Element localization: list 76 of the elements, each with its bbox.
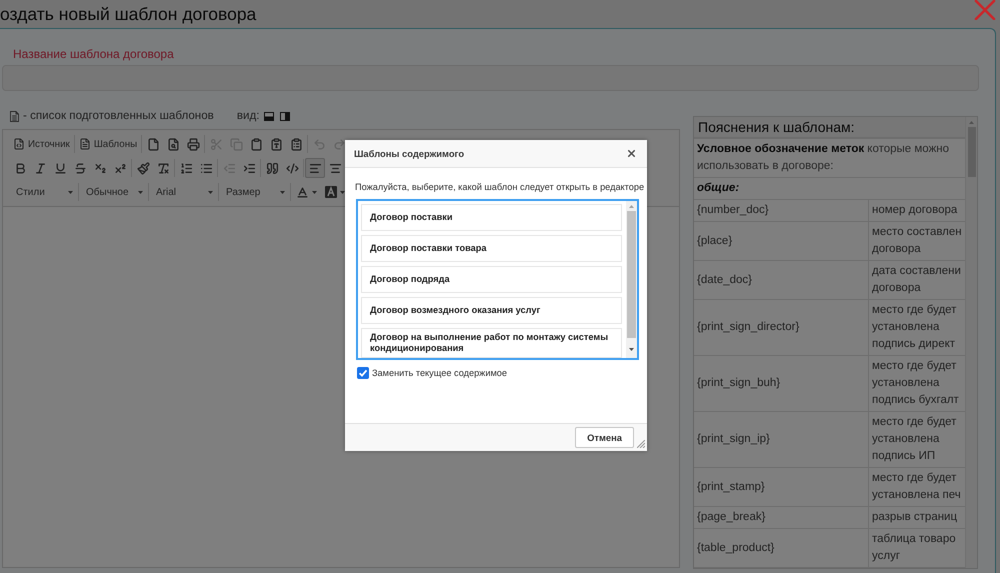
tag-cell: {place}: [694, 222, 868, 260]
template-option[interactable]: Договор подряда: [361, 266, 622, 293]
caret-down-icon: [312, 190, 317, 194]
clipboard-icon[interactable]: [250, 138, 263, 150]
legend-text: Условное обозначение меток которые можно использовать в договоре:: [694, 138, 965, 178]
file-icon[interactable]: [146, 138, 160, 150]
redo-icon[interactable]: [332, 138, 346, 150]
tag-cell: {print_sign_ip}: [694, 412, 868, 468]
brush-icon[interactable]: [136, 162, 150, 174]
align-center-icon[interactable]: [328, 162, 342, 174]
code-icon[interactable]: [286, 162, 298, 174]
templates-list-link[interactable]: - список подготовленных шаблонов: [23, 109, 214, 123]
scrollbar-track[interactable]: [626, 201, 637, 358]
tag-cell: {print_sign_director}: [694, 300, 868, 356]
text-color-icon[interactable]: [296, 186, 309, 198]
caret-down-icon: [340, 190, 345, 194]
toolbar-button[interactable]: Источник: [10, 134, 73, 154]
checkbox-label: Заменить текущее содержимое: [372, 368, 507, 378]
indent-icon[interactable]: [242, 162, 256, 174]
tag-cell: {print_stamp}: [694, 468, 868, 506]
caret-down-icon: [68, 190, 73, 194]
document-icon: [78, 138, 91, 150]
caret-up-icon[interactable]: [629, 205, 634, 208]
clipboard-list-icon[interactable]: [290, 138, 303, 150]
caret-down-icon: [208, 190, 213, 194]
dialog-title: Шаблоны содержимого: [354, 148, 464, 159]
bold-icon[interactable]: [14, 162, 26, 174]
background-color-icon[interactable]: [325, 186, 337, 198]
caret-down-icon: [280, 190, 285, 194]
field-label: Название шаблона договора: [13, 46, 174, 62]
close-icon[interactable]: [626, 148, 637, 159]
numbered-list-icon[interactable]: [180, 162, 192, 174]
caret-down-icon: [138, 190, 143, 194]
tag-cell: {page_break}: [694, 506, 868, 528]
tag-cell: {number_doc}: [694, 200, 868, 222]
file-code-icon: [13, 138, 25, 150]
window-title: оздать новый шаблон договора: [0, 3, 256, 25]
dialog-prompt: Пожалуйста, выберите, какой шаблон следует открыть в редакторе: [355, 181, 644, 193]
toolbar-dropdown[interactable]: Обычное: [80, 182, 147, 202]
bullet-list-icon[interactable]: [200, 162, 212, 174]
scrollbar-thumb[interactable]: [968, 127, 976, 177]
checkbox[interactable]: [357, 367, 369, 379]
print-icon[interactable]: [186, 138, 200, 150]
tag-cell: {table_product}: [694, 528, 868, 568]
template-option[interactable]: Договор возмездного оказания услуг: [361, 297, 622, 324]
superscript-icon[interactable]: [114, 162, 126, 174]
quote-icon[interactable]: [266, 162, 278, 174]
panel-title: Пояснения к шаблонам:: [694, 117, 965, 138]
clear-formatting-icon[interactable]: [156, 162, 170, 174]
italic-icon[interactable]: [34, 162, 46, 174]
group-heading: общие:: [694, 178, 965, 200]
template-option[interactable]: Договор поставки: [361, 204, 622, 231]
clipboard-text-icon[interactable]: [270, 138, 283, 150]
resize-grip-icon[interactable]: [637, 440, 645, 448]
view-label: вид:: [236, 109, 260, 123]
template-option[interactable]: Договор на выполнение работ по монтажу системы кондиционирования: [361, 328, 622, 358]
cancel-button[interactable]: Отмена: [575, 427, 634, 448]
caret-down-icon[interactable]: [629, 348, 634, 351]
toolbar-dropdown[interactable]: Размер: [220, 182, 289, 202]
file-search-icon[interactable]: [166, 138, 180, 150]
toolbar-dropdown[interactable]: Arial: [150, 182, 217, 202]
scrollbar-thumb[interactable]: [627, 211, 636, 338]
tag-cell: {print_sign_buh}: [694, 356, 868, 412]
document-icon: [10, 110, 19, 122]
subscript-icon[interactable]: [94, 162, 106, 174]
layout-bottom-icon[interactable]: [264, 112, 274, 120]
align-left-button[interactable]: [305, 158, 325, 178]
align-left-icon[interactable]: [308, 162, 322, 174]
strikethrough-icon[interactable]: [74, 162, 86, 174]
toolbar-button[interactable]: Шаблоны: [76, 134, 140, 154]
toolbar-dropdown[interactable]: Стили: [10, 182, 77, 202]
scrollbar-track[interactable]: [965, 117, 977, 568]
tag-cell: {date_doc}: [694, 260, 868, 300]
underline-icon[interactable]: [54, 162, 66, 174]
layout-right-icon[interactable]: [280, 112, 290, 120]
template-option[interactable]: Договор поставки товара: [361, 235, 622, 262]
